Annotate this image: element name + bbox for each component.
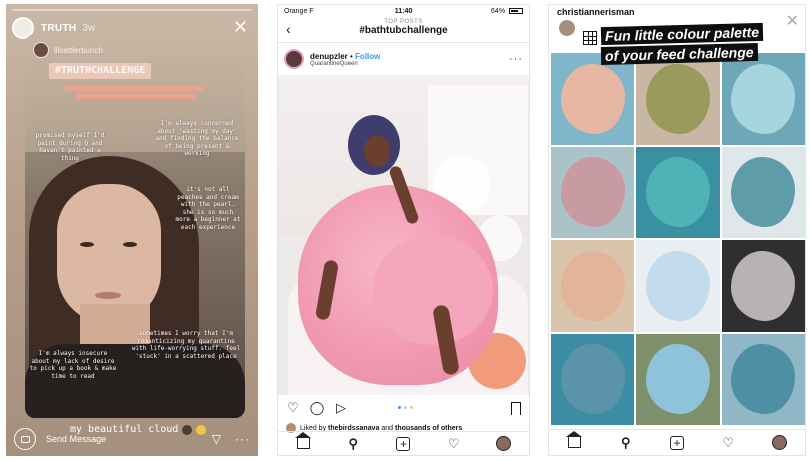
grid-post[interactable]: [721, 240, 805, 332]
comment-icon[interactable]: ◯: [310, 400, 325, 415]
color-swatch: [731, 250, 796, 321]
add-post-icon[interactable]: +: [395, 436, 411, 452]
home-icon[interactable]: [566, 431, 583, 451]
color-swatch: [731, 344, 796, 415]
story-note: sometimes I worry that I'm romanticizing…: [131, 330, 241, 360]
profile-icon[interactable]: [496, 436, 512, 452]
post-location[interactable]: QuarantineQueen: [310, 61, 380, 67]
profile-username[interactable]: christiannerisman: [557, 7, 635, 17]
grid-panel: christiannerisman ✕ Fun little colour pa…: [548, 4, 806, 456]
color-swatch: [645, 157, 710, 228]
story-note: it's not all peaches and cream with the …: [175, 186, 241, 231]
story-panel: TRUTH 3w ✕ lilsettlerbunch #TRUTHCHALLEN…: [6, 4, 258, 456]
follow-button[interactable]: Follow: [355, 52, 380, 61]
color-swatch: [731, 63, 796, 134]
color-swatch: [560, 157, 625, 228]
grid-post[interactable]: [636, 333, 720, 425]
avatar[interactable]: [557, 18, 577, 38]
search-icon[interactable]: ⚲: [345, 436, 361, 452]
reposted-user: lilsettlerbunch: [33, 42, 103, 58]
grid-icon[interactable]: [583, 31, 597, 45]
grid-post[interactable]: [721, 333, 805, 425]
bottom-tab-bar: ⚲ + ♡: [278, 431, 529, 455]
color-swatch: [645, 63, 710, 134]
home-icon[interactable]: [294, 432, 311, 452]
nav-title: #bathtubchallenge: [359, 25, 448, 36]
challenge-title-line1: Fun little colour palette: [600, 22, 764, 46]
bottom-tab-bar: ⚲ + ♡: [549, 429, 805, 455]
grid-post[interactable]: [721, 53, 805, 145]
story-content: lilsettlerbunch #TRUTHCHALLENGE promised…: [25, 34, 245, 418]
carousel-dots: [396, 406, 414, 409]
activity-heart-icon[interactable]: ♡: [446, 436, 462, 452]
color-swatch: [560, 250, 625, 321]
status-bar: Orange F 11:40 64%: [278, 5, 529, 17]
activity-heart-icon[interactable]: ♡: [720, 435, 736, 451]
more-icon[interactable]: ···: [235, 432, 250, 446]
grid-post[interactable]: [636, 53, 720, 145]
heart-icon[interactable]: ♡: [286, 400, 300, 415]
avatar[interactable]: [284, 49, 304, 69]
portrait-face: [57, 184, 161, 324]
battery-icon: [509, 7, 523, 14]
post-header: denupzler • Follow QuarantineQueen ···: [278, 43, 529, 75]
grid-post[interactable]: [636, 146, 720, 238]
color-swatch: [645, 250, 710, 321]
grid-post[interactable]: [551, 333, 635, 425]
post-actions: ♡ ◯ ▷: [278, 395, 529, 421]
story-note: I'm always concerned about 'wasting my d…: [155, 120, 239, 157]
story-username[interactable]: TRUTH: [41, 23, 76, 34]
grid-post[interactable]: [551, 240, 635, 332]
camera-icon[interactable]: [14, 428, 36, 450]
grid-post[interactable]: [551, 146, 635, 238]
color-swatch: [560, 344, 625, 415]
story-time: 3w: [82, 22, 96, 34]
post-photo[interactable]: [278, 75, 529, 395]
story-note: I'm always insecure about my lack of des…: [29, 350, 117, 380]
nav-header: ‹ TOP POSTS #bathtubchallenge: [278, 17, 529, 43]
add-post-icon[interactable]: +: [669, 435, 685, 451]
close-icon[interactable]: ✕: [786, 11, 799, 31]
clock: 11:40: [394, 7, 413, 15]
color-swatch: [645, 344, 710, 415]
nav-subtitle: TOP POSTS: [384, 19, 423, 25]
search-icon[interactable]: ⚲: [618, 435, 634, 451]
direct-send-icon[interactable]: ▽: [212, 432, 221, 446]
grid-post[interactable]: [551, 53, 635, 145]
story-note: promised myself I'd paint during Q and h…: [35, 132, 105, 162]
share-icon[interactable]: ▷: [334, 400, 348, 415]
color-swatch: [731, 157, 796, 228]
color-swatch: [560, 63, 625, 134]
story-progress-bar: [12, 9, 252, 11]
avatar: [33, 42, 49, 58]
post-panel: Orange F 11:40 64% ‹ TOP POSTS #bathtubc…: [277, 4, 530, 456]
reposted-username: lilsettlerbunch: [54, 45, 103, 55]
grid-post[interactable]: [636, 240, 720, 332]
bookmark-icon[interactable]: [511, 401, 521, 415]
send-message-input[interactable]: Send Message: [46, 434, 106, 444]
profile-icon[interactable]: [771, 435, 787, 451]
back-arrow-icon[interactable]: ‹: [286, 21, 291, 37]
grid-post[interactable]: [721, 146, 805, 238]
more-icon[interactable]: ···: [509, 53, 523, 65]
feed-grid: [551, 53, 805, 425]
hashtag-sticker: #TRUTHCHALLENGE: [49, 63, 152, 79]
post-username[interactable]: denupzler: [310, 52, 348, 61]
story-reply-bar: Send Message ▽ ···: [14, 427, 250, 451]
